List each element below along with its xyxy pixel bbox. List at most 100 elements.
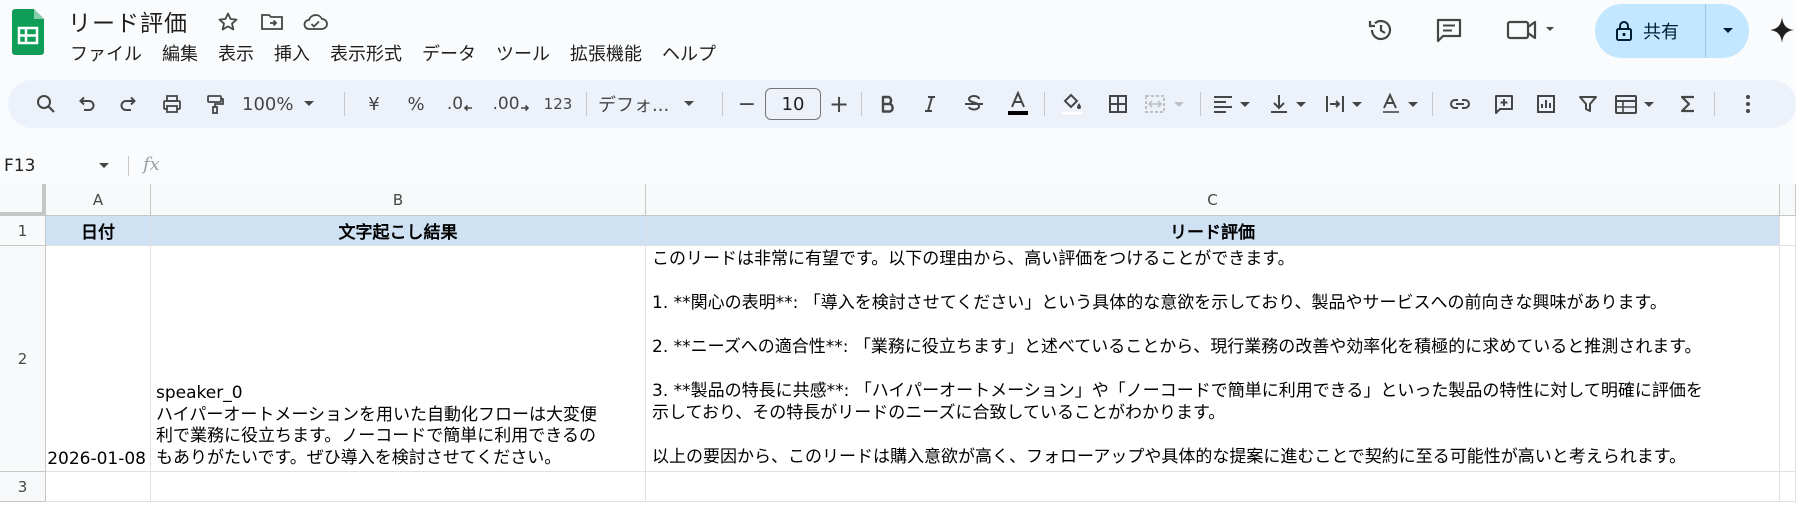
- toolbar-divider: [1714, 92, 1715, 116]
- menu-view[interactable]: 表示: [208, 42, 264, 68]
- toolbar-divider: [1200, 92, 1201, 116]
- currency-format-button[interactable]: ¥: [356, 80, 392, 128]
- text-color-icon[interactable]: [1000, 80, 1036, 128]
- spreadsheet-grid: A B C 1 2 3 日付 文字起こし結果 リード評価 2026-01-08 …: [0, 184, 1796, 510]
- cloud-saved-icon[interactable]: [301, 8, 329, 36]
- meet-icon[interactable]: [1502, 12, 1562, 48]
- strikethrough-icon[interactable]: [956, 80, 992, 128]
- increase-font-size-button[interactable]: +: [824, 80, 854, 128]
- cell-d1[interactable]: [1780, 216, 1796, 246]
- chevron-down-icon: [684, 101, 695, 106]
- table-views-icon[interactable]: [1612, 80, 1664, 128]
- increase-decimal-button[interactable]: .00: [488, 80, 534, 128]
- star-icon[interactable]: [214, 8, 242, 36]
- font-size-input[interactable]: 10: [765, 88, 821, 120]
- menu-bar: ファイル 編集 表示 挿入 表示形式 データ ツール 拡張機能 ヘルプ: [60, 42, 726, 68]
- undo-icon[interactable]: [68, 80, 104, 128]
- decrease-decimal-label: .0: [446, 94, 464, 114]
- bold-icon[interactable]: [870, 80, 906, 128]
- zoom-select[interactable]: 100%: [242, 80, 330, 128]
- fx-icon: fx: [143, 154, 160, 175]
- formula-input[interactable]: [180, 154, 1780, 178]
- arrow-left-icon: [463, 104, 473, 112]
- more-options-icon[interactable]: [1730, 80, 1766, 128]
- column-header-d[interactable]: [1780, 184, 1796, 216]
- font-select[interactable]: デフォ...: [598, 80, 718, 128]
- horizontal-align-icon[interactable]: [1210, 80, 1258, 128]
- text-wrapping-icon[interactable]: [1322, 80, 1370, 128]
- sheets-logo[interactable]: [12, 9, 44, 55]
- cell-d2[interactable]: [1780, 246, 1796, 472]
- vertical-align-icon[interactable]: [1266, 80, 1314, 128]
- print-icon[interactable]: [154, 80, 190, 128]
- borders-icon[interactable]: [1100, 80, 1136, 128]
- search-menus-icon[interactable]: [26, 80, 66, 128]
- cell-b3[interactable]: [151, 472, 646, 502]
- history-icon[interactable]: [1361, 12, 1401, 48]
- share-label: 共有: [1643, 22, 1679, 43]
- cell-c3[interactable]: [646, 472, 1780, 502]
- toolbar-divider: [344, 92, 345, 116]
- toolbar-divider: [1044, 92, 1045, 116]
- column-header-c[interactable]: C: [646, 184, 1780, 216]
- move-to-folder-icon[interactable]: [258, 8, 286, 36]
- toolbar-divider: [722, 92, 723, 116]
- row-header-1[interactable]: 1: [0, 216, 46, 246]
- decrease-decimal-button[interactable]: .0: [442, 80, 478, 128]
- select-all-corner[interactable]: [0, 184, 46, 216]
- text-rotation-icon[interactable]: [1378, 80, 1426, 128]
- column-header-a[interactable]: A: [46, 184, 151, 216]
- chevron-down-icon[interactable]: [98, 162, 110, 170]
- date-value: 2026-01-08: [47, 449, 146, 469]
- toolbar: 100% ¥ % .0 .00 123 デフォ... − 10 +: [8, 80, 1796, 128]
- redo-icon[interactable]: [111, 80, 147, 128]
- menu-insert[interactable]: 挿入: [264, 42, 320, 68]
- functions-icon[interactable]: [1670, 80, 1706, 128]
- cell-c2[interactable]: このリードは非常に有望です。以下の理由から、高い評価をつけることができます。 1…: [646, 246, 1780, 472]
- row-header-2[interactable]: 2: [0, 246, 46, 472]
- menu-help[interactable]: ヘルプ: [652, 42, 726, 68]
- menu-edit[interactable]: 編集: [152, 42, 208, 68]
- menu-tools[interactable]: ツール: [486, 42, 560, 68]
- fill-color-icon[interactable]: [1054, 80, 1090, 128]
- menu-extensions[interactable]: 拡張機能: [560, 42, 652, 68]
- insert-comment-icon[interactable]: [1486, 80, 1522, 128]
- speaker-label: speaker_0: [156, 383, 243, 403]
- cell-b2[interactable]: speaker_0 ハイパーオートメーションを用いた自動化フローは大変便 利で業…: [151, 246, 646, 472]
- toolbar-divider: [861, 92, 862, 116]
- cell-a1[interactable]: 日付: [46, 216, 151, 246]
- menu-file[interactable]: ファイル: [60, 42, 152, 68]
- name-box[interactable]: F13: [4, 150, 35, 182]
- share-dropdown[interactable]: [1706, 26, 1749, 36]
- document-title[interactable]: リード評価: [68, 4, 188, 38]
- cell-b1[interactable]: 文字起こし結果: [151, 216, 646, 246]
- chevron-down-icon: [1722, 28, 1733, 33]
- cell-a2[interactable]: 2026-01-08: [46, 246, 151, 472]
- filter-icon[interactable]: [1570, 80, 1606, 128]
- toolbar-divider: [586, 92, 587, 116]
- gemini-icon[interactable]: [1768, 15, 1796, 45]
- italic-icon[interactable]: [912, 80, 948, 128]
- paint-format-icon[interactable]: [197, 80, 233, 128]
- menu-format[interactable]: 表示形式: [320, 42, 412, 68]
- lock-icon: [1616, 21, 1632, 41]
- cell-c1[interactable]: リード評価: [646, 216, 1780, 246]
- number-format-button[interactable]: 123: [538, 80, 578, 128]
- row-header-3[interactable]: 3: [0, 472, 46, 502]
- percent-format-button[interactable]: %: [398, 80, 434, 128]
- share-main[interactable]: 共有: [1595, 4, 1705, 58]
- comment-icon[interactable]: [1429, 12, 1469, 48]
- menu-data[interactable]: データ: [412, 42, 486, 68]
- zoom-value: 100%: [242, 93, 294, 115]
- insert-link-icon[interactable]: [1442, 80, 1478, 128]
- chevron-down-icon: [304, 101, 315, 106]
- transcript-text: ハイパーオートメーションを用いた自動化フローは大変便 利で業務に役立ちます。ノー…: [156, 404, 597, 468]
- merge-cells-icon[interactable]: [1142, 80, 1194, 128]
- cell-a3[interactable]: [46, 472, 151, 502]
- share-button[interactable]: 共有: [1595, 4, 1749, 58]
- title-bar: リード評価 ファイル 編集 表示 挿入 表示形式 データ ツール 拡張機能 ヘル…: [0, 0, 1796, 78]
- cell-d3[interactable]: [1780, 472, 1796, 502]
- decrease-font-size-button[interactable]: −: [732, 80, 762, 128]
- insert-chart-icon[interactable]: [1528, 80, 1564, 128]
- column-header-b[interactable]: B: [151, 184, 646, 216]
